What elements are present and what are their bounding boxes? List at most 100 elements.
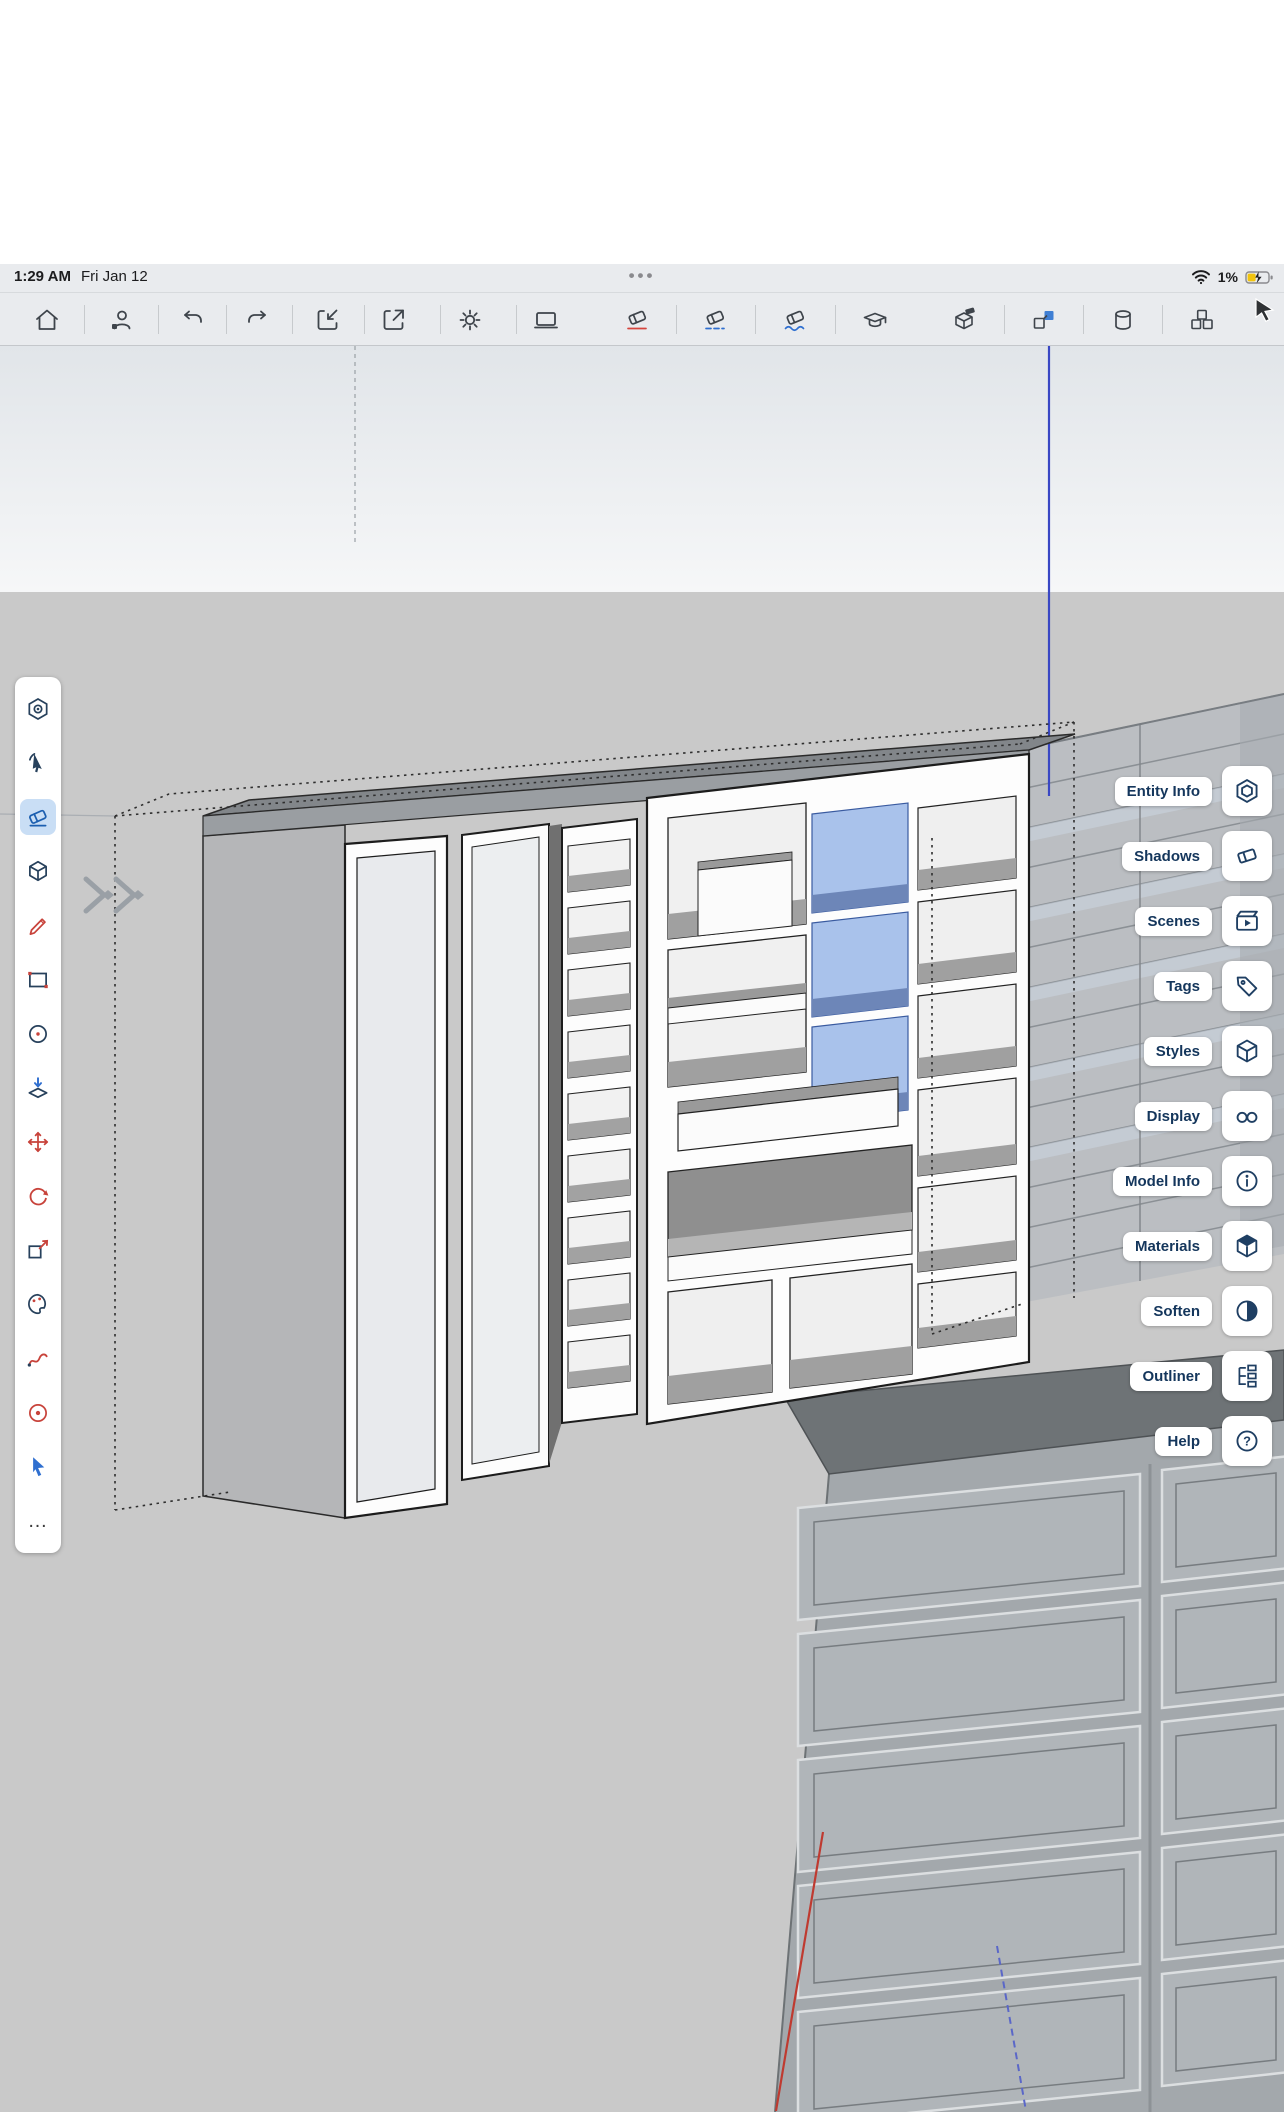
soften-label[interactable]: Soften xyxy=(1141,1296,1212,1326)
panel-row-help: Help ? xyxy=(1155,1416,1272,1466)
more-icon: … xyxy=(27,1509,49,1532)
import-model-icon xyxy=(317,309,338,330)
settings-icon xyxy=(459,309,481,331)
move-icon xyxy=(27,1131,49,1153)
wifi-icon xyxy=(1191,270,1210,285)
tool-autoshape[interactable] xyxy=(16,682,60,736)
tags-icon xyxy=(1236,976,1258,997)
display-button[interactable] xyxy=(1222,1091,1272,1141)
tags-label[interactable]: Tags xyxy=(1154,971,1212,1001)
status-bar: 1:29 AM Fri Jan 12 ••• 1% xyxy=(0,264,1284,292)
tool-move[interactable] xyxy=(16,1115,60,1169)
push-pull-icon xyxy=(28,1077,48,1099)
panel-row-scenes: Scenes xyxy=(1135,896,1272,946)
components-icon xyxy=(1033,311,1054,329)
home-button[interactable] xyxy=(25,298,69,342)
help-icon: ? xyxy=(1236,1430,1258,1452)
help-label[interactable]: Help xyxy=(1155,1426,1212,1456)
battery-percent: 1% xyxy=(1217,269,1238,285)
tool-select-las[interactable] xyxy=(16,736,60,790)
shadows-button[interactable] xyxy=(1222,831,1272,881)
tool-offset[interactable] xyxy=(16,1386,60,1440)
top-toolbar xyxy=(0,292,1284,346)
soften-button[interactable] xyxy=(1222,1286,1272,1336)
tool-pencil[interactable] xyxy=(16,899,60,953)
tool-push-pull[interactable] xyxy=(16,1061,60,1115)
tool-paint[interactable] xyxy=(16,1277,60,1331)
settings-button[interactable] xyxy=(448,298,492,342)
tool-freehand[interactable] xyxy=(16,1332,60,1386)
styles-button[interactable] xyxy=(1222,1026,1272,1076)
export-button[interactable] xyxy=(372,298,416,342)
undo-button[interactable] xyxy=(172,298,216,342)
soften-edges-button[interactable] xyxy=(853,298,897,342)
autoshape-icon xyxy=(28,698,48,721)
tool-box[interactable] xyxy=(16,844,60,898)
model-info-icon xyxy=(1236,1170,1258,1192)
rotate-icon xyxy=(29,1188,49,1206)
styles-icon xyxy=(1236,1039,1258,1063)
freehand-icon xyxy=(27,1353,48,1367)
box-tool-icon xyxy=(29,861,47,882)
materials-button[interactable] xyxy=(1222,1221,1272,1271)
import-button[interactable] xyxy=(306,298,350,342)
components-button[interactable] xyxy=(1022,298,1066,342)
erase-tool-button[interactable] xyxy=(615,298,659,342)
tool-eraser[interactable] xyxy=(16,790,60,844)
primitives-icon xyxy=(1191,309,1213,330)
outliner-button[interactable] xyxy=(1222,1351,1272,1401)
panel-row-shadows: Shadows xyxy=(1122,831,1272,881)
scale-icon xyxy=(28,1240,49,1259)
eraser-hide-icon xyxy=(705,310,725,330)
materials-label[interactable]: Materials xyxy=(1122,1231,1212,1261)
display-label[interactable]: Display xyxy=(1134,1101,1212,1131)
tags-button[interactable] xyxy=(1222,961,1272,1011)
cylinder-button[interactable] xyxy=(1101,298,1145,342)
shadows-icon xyxy=(1237,848,1257,864)
entity-info-button[interactable] xyxy=(1222,766,1272,816)
hide-tool-button[interactable] xyxy=(693,298,737,342)
shadows-label[interactable]: Shadows xyxy=(1122,841,1212,871)
tool-circle[interactable] xyxy=(16,1007,60,1061)
tool-scale[interactable] xyxy=(16,1223,60,1277)
sketchup-ipad-screen: 1:29 AM Fri Jan 12 ••• 1% … Entity Info … xyxy=(0,0,1284,2124)
model-info-label[interactable]: Model Info xyxy=(1113,1166,1212,1196)
panel-row-outliner: Outliner xyxy=(1130,1351,1272,1401)
undo-icon xyxy=(184,310,202,323)
tool-rotate[interactable] xyxy=(16,1169,60,1223)
rectangle-tool-icon xyxy=(28,971,48,988)
model-info-button[interactable] xyxy=(1222,1156,1272,1206)
bottom-letterbox xyxy=(0,2112,1284,2124)
panel-row-styles: Styles xyxy=(1143,1026,1272,1076)
panel-row-soften: Soften xyxy=(1141,1286,1272,1336)
soften-tool-button[interactable] xyxy=(773,298,817,342)
soften-cap-icon xyxy=(863,312,887,328)
scenes-button[interactable] xyxy=(1222,896,1272,946)
eraser-erase-icon xyxy=(627,310,647,330)
send-to-device-button[interactable] xyxy=(524,298,568,342)
panel-row-model-info: Model Info xyxy=(1113,1156,1272,1206)
help-button[interactable]: ? xyxy=(1222,1416,1272,1466)
multitask-dots: ••• xyxy=(628,266,656,285)
panel-row-materials: Materials xyxy=(1122,1221,1272,1271)
tool-rectangle[interactable] xyxy=(16,953,60,1007)
panel-row-entity-info: Entity Info xyxy=(1114,766,1272,816)
scenes-label[interactable]: Scenes xyxy=(1135,906,1212,936)
panel-row-tags: Tags xyxy=(1154,961,1272,1011)
styles-label[interactable]: Styles xyxy=(1143,1036,1212,1066)
account-button[interactable] xyxy=(100,298,144,342)
tool-cursor[interactable] xyxy=(16,1440,60,1494)
cylinder-tool-icon xyxy=(1115,310,1131,330)
cursor-icon xyxy=(33,1457,45,1476)
solid-tools-button[interactable] xyxy=(942,298,986,342)
redo-button[interactable] xyxy=(234,298,278,342)
materials-icon xyxy=(1236,1234,1258,1258)
outliner-label[interactable]: Outliner xyxy=(1130,1361,1212,1391)
primitives-button[interactable] xyxy=(1180,298,1224,342)
entity-info-label[interactable]: Entity Info xyxy=(1114,776,1212,806)
pencil-icon xyxy=(29,917,46,935)
tool-more[interactable]: … xyxy=(16,1494,60,1548)
model-canvas[interactable]: … Entity Info Shadows Scenes Tags Styles xyxy=(0,346,1284,2112)
display-icon xyxy=(1236,1111,1258,1123)
scenes-icon xyxy=(1236,910,1258,931)
